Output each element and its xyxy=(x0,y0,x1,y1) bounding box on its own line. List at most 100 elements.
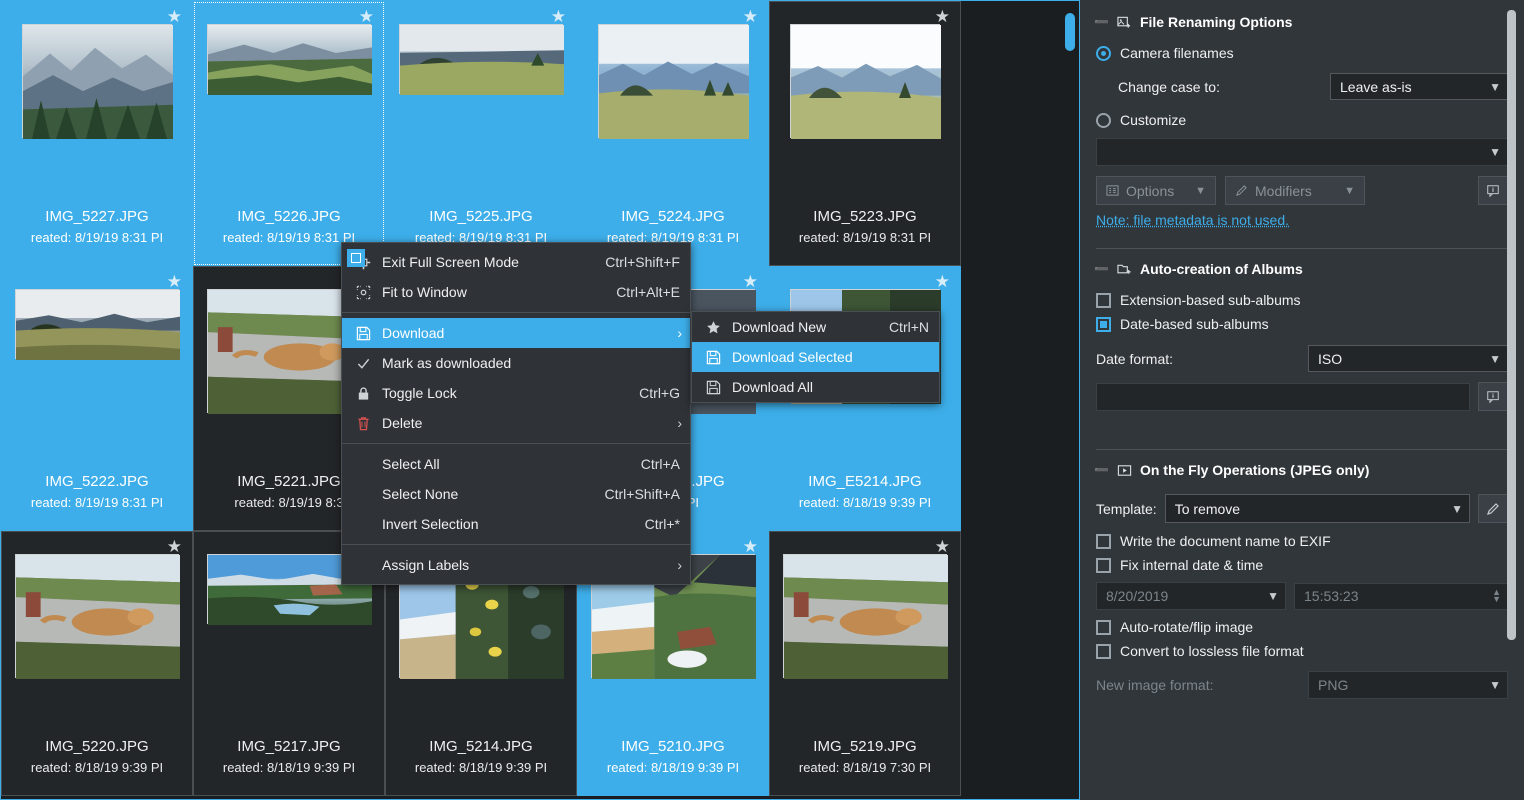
menu-item[interactable]: Mark as downloaded xyxy=(342,348,690,378)
menu-item[interactable]: Select None Ctrl+Shift+A xyxy=(342,479,690,509)
thumbnail-cell[interactable]: ★ IMG_5220.JPG reated: 8/18/19 9:39 PI xyxy=(1,531,193,796)
auto-rotate-row[interactable]: Auto-rotate/flip image xyxy=(1080,619,1524,635)
favorite-star-icon[interactable]: ★ xyxy=(935,538,950,555)
fix-date-checkbox[interactable] xyxy=(1096,557,1111,573)
download-submenu[interactable]: Download New Ctrl+N Download Selected Downl… xyxy=(691,311,940,403)
thumbnail-cell[interactable]: ★ IMG_5226.JPG reated: 8/19/19 8:31 PI xyxy=(193,1,385,266)
thumbnail-cell[interactable]: ★ IMG_5219.JPG reated: 8/18/19 7:30 PI xyxy=(769,531,961,796)
fix-date-row[interactable]: Fix internal date & time xyxy=(1080,557,1524,573)
menu-item[interactable]: Invert Selection Ctrl+* xyxy=(342,509,690,539)
favorite-star-icon[interactable]: ★ xyxy=(167,8,182,25)
date-format-select[interactable]: ISO ▼ xyxy=(1308,345,1508,372)
camera-filenames-radio[interactable] xyxy=(1096,45,1111,61)
fix-date-input[interactable]: 8/20/2019 ▼ xyxy=(1096,582,1286,610)
menu-item[interactable]: Exit Full Screen Mode Ctrl+Shift+F xyxy=(342,247,690,277)
camera-filenames-radio-row[interactable]: Camera filenames xyxy=(1080,45,1524,61)
menu-item-label: Exit Full Screen Mode xyxy=(382,254,519,270)
thumbnail-image[interactable] xyxy=(399,24,564,95)
menu-item[interactable]: Fit to Window Ctrl+Alt+E xyxy=(342,277,690,307)
thumbnail-cell[interactable]: ★ IMG_5227.JPG reated: 8/19/19 8:31 PI xyxy=(1,1,193,266)
pencil-icon xyxy=(1235,184,1248,197)
rename-pattern-combo[interactable]: ▼ xyxy=(1096,138,1508,166)
thumbnail-cell[interactable]: ★ IMG_5222.JPG reated: 8/19/19 8:31 PI xyxy=(1,266,193,531)
thumbnail-image[interactable] xyxy=(22,24,173,139)
chevron-down-icon[interactable]: ➖ xyxy=(1094,463,1109,477)
grid-scrollbar-thumb[interactable] xyxy=(1065,13,1075,51)
thumbnail-cell[interactable]: ★ IMG_5225.JPG reated: 8/19/19 8:31 PI xyxy=(385,1,577,266)
write-doc-name-checkbox[interactable] xyxy=(1096,533,1111,549)
favorite-star-icon[interactable]: ★ xyxy=(743,8,758,25)
date-subalbums-checkbox[interactable] xyxy=(1096,316,1111,332)
change-case-select[interactable]: Leave as-is ▼ xyxy=(1330,73,1508,100)
menu-item[interactable]: Toggle Lock Ctrl+G xyxy=(342,378,690,408)
thumbnail-image[interactable] xyxy=(207,24,372,95)
template-row: Template: To remove ▼ xyxy=(1080,494,1524,523)
favorite-star-icon[interactable]: ★ xyxy=(743,273,758,290)
thumbnail-filename: IMG_5224.JPG xyxy=(621,208,725,225)
new-image-format-select[interactable]: PNG ▼ xyxy=(1308,671,1508,699)
chevron-down-icon: ▼ xyxy=(1344,184,1355,197)
menu-separator xyxy=(342,312,690,313)
date-subalbums-row[interactable]: Date-based sub-albums xyxy=(1080,316,1524,332)
menu-item-label: Download All xyxy=(732,379,813,395)
favorite-star-icon[interactable]: ★ xyxy=(167,538,182,555)
favorite-star-icon[interactable]: ★ xyxy=(551,8,566,25)
custom-date-format-input[interactable] xyxy=(1096,382,1470,411)
options-button[interactable]: Options ▼ xyxy=(1096,176,1216,205)
menu-item[interactable]: Delete › xyxy=(342,408,690,438)
extension-subalbums-row[interactable]: Extension-based sub-albums xyxy=(1080,292,1524,308)
menu-item-shortcut: Ctrl+* xyxy=(644,516,680,532)
write-doc-name-row[interactable]: Write the document name to EXIF xyxy=(1080,533,1524,549)
thumbnail-filename: IMG_5214.JPG xyxy=(429,738,533,755)
customize-radio-row[interactable]: Customize xyxy=(1080,112,1524,128)
trash-icon xyxy=(350,416,376,431)
menu-item[interactable]: Select All Ctrl+A xyxy=(342,449,690,479)
fix-time-input[interactable]: 15:53:23 ▲ ▼ xyxy=(1294,582,1508,610)
chevron-down-icon[interactable]: ➖ xyxy=(1094,262,1109,276)
modifiers-button[interactable]: Modifiers ▼ xyxy=(1225,176,1365,205)
fix-time-value: 15:53:23 xyxy=(1304,588,1359,604)
lock-icon xyxy=(350,386,376,401)
convert-lossless-row[interactable]: Convert to lossless file format xyxy=(1080,643,1524,659)
convert-lossless-checkbox[interactable] xyxy=(1096,643,1111,659)
auto-rotate-checkbox[interactable] xyxy=(1096,619,1111,635)
thumbnail-cell[interactable]: ★ IMG_5224.JPG reated: 8/19/19 8:31 PI xyxy=(577,1,769,266)
favorite-star-icon[interactable]: ★ xyxy=(359,8,374,25)
menu-item[interactable]: Download All xyxy=(692,372,939,402)
menu-item-label: Download xyxy=(382,325,445,341)
folder-add-icon xyxy=(1117,262,1132,277)
section-auto-albums-header[interactable]: ➖ Auto-creation of Albums xyxy=(1080,255,1524,283)
section-on-the-fly-header[interactable]: ➖ On the Fly Operations (JPEG only) xyxy=(1080,456,1524,484)
metadata-note-link[interactable]: Note: file metadata is not used. xyxy=(1096,212,1289,228)
favorite-star-icon[interactable]: ★ xyxy=(935,8,950,25)
customize-label: Customize xyxy=(1120,112,1187,128)
thumbnail-image[interactable] xyxy=(598,24,749,139)
favorite-star-icon[interactable]: ★ xyxy=(743,538,758,555)
menu-item-shortcut: Ctrl+Alt+E xyxy=(616,284,680,300)
context-menu[interactable]: Exit Full Screen Mode Ctrl+Shift+F Fit to … xyxy=(341,242,691,585)
section-file-renaming-header[interactable]: ➖ File Renaming Options xyxy=(1080,8,1524,36)
customize-radio[interactable] xyxy=(1096,112,1111,128)
menu-item[interactable]: Download New Ctrl+N xyxy=(692,312,939,342)
thumbnail-image[interactable] xyxy=(790,24,941,139)
chevron-right-icon: › xyxy=(677,415,682,431)
favorite-star-icon[interactable]: ★ xyxy=(167,273,182,290)
favorite-star-icon[interactable]: ★ xyxy=(935,273,950,290)
change-case-label: Change case to: xyxy=(1118,78,1220,95)
thumbnail-image[interactable] xyxy=(783,554,948,679)
menu-item[interactable]: Assign Labels › xyxy=(342,550,690,580)
template-select[interactable]: To remove ▼ xyxy=(1164,494,1470,523)
extension-subalbums-checkbox[interactable] xyxy=(1096,292,1111,308)
grid-scrollbar[interactable] xyxy=(1063,3,1077,797)
panel-scrollbar-thumb[interactable] xyxy=(1507,10,1516,640)
panel-scrollbar[interactable] xyxy=(1504,0,1518,800)
menu-item-label: Download New xyxy=(732,319,827,335)
fix-date-label: Fix internal date & time xyxy=(1120,557,1264,573)
thumbnail-cell[interactable]: ★ IMG_5223.JPG reated: 8/19/19 8:31 PI xyxy=(769,1,961,266)
menu-item[interactable]: Download › xyxy=(342,318,690,348)
thumbnail-image[interactable] xyxy=(15,289,180,360)
menu-item[interactable]: Download Selected xyxy=(692,342,939,372)
spinner-arrows-icon[interactable]: ▲ ▼ xyxy=(1492,588,1501,604)
chevron-down-icon[interactable]: ➖ xyxy=(1094,15,1109,29)
thumbnail-image[interactable] xyxy=(15,554,180,679)
